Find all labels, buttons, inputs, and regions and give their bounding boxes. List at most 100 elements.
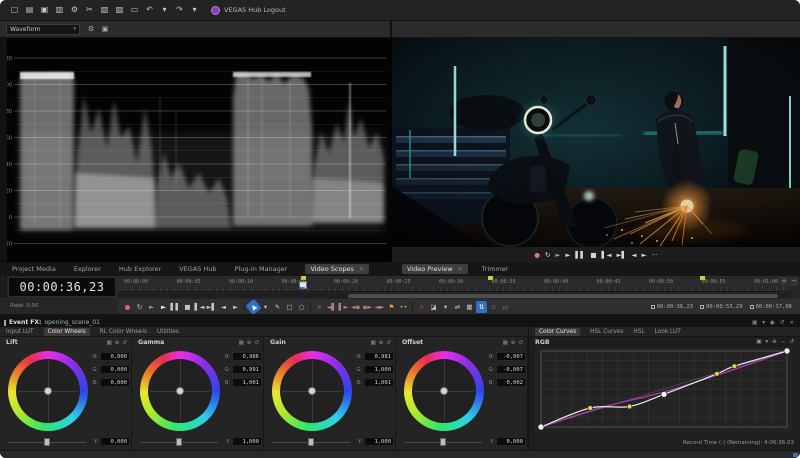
tab-color-curves[interactable]: Color Curves bbox=[535, 328, 580, 336]
wheel-target-icon[interactable]: ⊕ bbox=[511, 340, 516, 346]
close-icon[interactable]: × bbox=[359, 266, 364, 273]
curve-control-point[interactable] bbox=[661, 391, 667, 397]
color-curve-editor[interactable] bbox=[535, 347, 793, 433]
curve-control-point[interactable] bbox=[732, 364, 737, 369]
wheel-gain-r-value[interactable]: 0,981 bbox=[364, 352, 394, 361]
slider-handle[interactable] bbox=[44, 438, 50, 446]
wheel-gain-y-value[interactable]: 1,000 bbox=[364, 437, 394, 446]
undo-menu-icon[interactable]: ▾ bbox=[158, 3, 171, 17]
play-from-start-button[interactable]: ► bbox=[146, 301, 157, 313]
track-fx-button[interactable]: ▫ bbox=[488, 301, 499, 313]
stop-button[interactable]: ■ bbox=[590, 250, 596, 260]
wheel-balance-handle[interactable] bbox=[44, 387, 52, 395]
tab-hub-explorer[interactable]: Hub Explorer bbox=[119, 264, 161, 274]
curve-menu-icon[interactable]: ▾ bbox=[765, 339, 768, 345]
wheel-menu-icon[interactable]: ▦ bbox=[107, 340, 112, 346]
curve-control-point[interactable] bbox=[588, 406, 593, 411]
slip-left-button[interactable]: ◄▪ bbox=[350, 301, 361, 313]
wheel-gain-g-value[interactable]: 1,000 bbox=[364, 365, 394, 374]
wheel-lift-b-value[interactable]: 0,000 bbox=[100, 378, 130, 387]
grading-reset-icon[interactable]: ↺ bbox=[780, 320, 785, 326]
curve-control-point[interactable] bbox=[714, 371, 719, 376]
curve-presets-icon[interactable]: ▣ bbox=[756, 339, 761, 345]
trim-start-button[interactable]: ◄▌ bbox=[326, 301, 337, 313]
wheel-reset-icon[interactable]: ↺ bbox=[122, 340, 127, 346]
record-button[interactable]: ● bbox=[534, 250, 540, 260]
tab-vegas-hub[interactable]: VEGAS Hub bbox=[179, 264, 216, 274]
wheel-reset-icon[interactable]: ↺ bbox=[518, 340, 523, 346]
curve-reset-icon[interactable]: ↺ bbox=[789, 339, 794, 345]
stop-button[interactable]: ■ bbox=[182, 301, 193, 313]
tab-project-media[interactable]: Project Media bbox=[12, 264, 56, 274]
go-to-end-button[interactable]: ►▌ bbox=[206, 301, 217, 313]
tab-input-lut[interactable]: Input LUT bbox=[6, 329, 34, 335]
go-to-end-button[interactable]: ►▌ bbox=[617, 250, 627, 260]
wheel-offset-g-value[interactable]: -0,007 bbox=[496, 365, 526, 374]
wheel-lift-r-value[interactable]: 0,000 bbox=[100, 352, 130, 361]
ignore-grouping-button[interactable]: ▦ bbox=[464, 301, 475, 313]
wheel-gain-b-value[interactable]: 1,001 bbox=[364, 378, 394, 387]
grading-layout-icon[interactable]: ▦ bbox=[752, 320, 757, 326]
wheel-target-icon[interactable]: ⊕ bbox=[247, 340, 252, 346]
enable-snapping-button[interactable]: ∩ bbox=[416, 301, 427, 313]
record-button[interactable]: ● bbox=[122, 301, 133, 313]
edit-tool-button[interactable]: ▲ bbox=[245, 298, 261, 314]
lock-envelopes-button[interactable]: ⇄ bbox=[452, 301, 463, 313]
cut-icon[interactable]: ✂ bbox=[83, 3, 96, 17]
ripple-menu-caret[interactable]: ▾ bbox=[440, 301, 451, 313]
tab-color-wheels[interactable]: Color Wheels bbox=[44, 328, 90, 336]
wheel-lift-y-value[interactable]: 0,000 bbox=[100, 437, 130, 446]
wheel-offset-b-value[interactable]: 0,002 bbox=[496, 378, 526, 387]
curve-control-point[interactable] bbox=[627, 404, 632, 409]
tab-plug-in-manager[interactable]: Plug-In Manager bbox=[235, 264, 288, 274]
loop-playback-button[interactable]: ↻ bbox=[545, 250, 550, 260]
wheel-balance-handle[interactable] bbox=[308, 387, 316, 395]
loop-playback-button[interactable]: ↻ bbox=[134, 301, 145, 313]
trim-end-button[interactable]: ▌► bbox=[338, 301, 349, 313]
hue-ring[interactable] bbox=[272, 351, 352, 431]
wheel-gamma-r-value[interactable]: 0,986 bbox=[232, 352, 262, 361]
grading-close-icon[interactable]: × bbox=[789, 320, 794, 326]
go-to-start-button[interactable]: ▌◄ bbox=[194, 301, 205, 313]
undo-icon[interactable]: ↶ bbox=[143, 3, 156, 17]
copy-icon[interactable]: ▧ bbox=[98, 3, 111, 17]
wheel-gamma-b-value[interactable]: 1,001 bbox=[232, 378, 262, 387]
curve-remove-point-icon[interactable]: − bbox=[781, 339, 786, 345]
render-as-icon[interactable]: ▥ bbox=[53, 3, 66, 17]
new-project-icon[interactable]: ▢ bbox=[8, 3, 21, 17]
paste-icon[interactable]: ▨ bbox=[113, 3, 126, 17]
timeline-scrollbar[interactable] bbox=[118, 293, 790, 298]
delete-icon[interactable]: ▭ bbox=[128, 3, 141, 17]
wheel-target-icon[interactable]: ⊕ bbox=[379, 340, 384, 346]
wheel-menu-icon[interactable]: ▦ bbox=[371, 340, 376, 346]
save-project-icon[interactable]: ▣ bbox=[38, 3, 51, 17]
pause-button[interactable]: ▌▌ bbox=[575, 250, 585, 260]
wheel-reset-icon[interactable]: ↺ bbox=[386, 340, 391, 346]
slide-button[interactable]: ◄► bbox=[374, 301, 385, 313]
resize-grip[interactable] bbox=[793, 453, 798, 457]
tab-hsl-curves[interactable]: HSL Curves bbox=[590, 329, 623, 335]
timeline-ruler[interactable]: 00:00:0000:00:0500:00:1000:00:1500:00:20… bbox=[118, 276, 790, 292]
scrollbar-thumb[interactable] bbox=[348, 294, 778, 298]
pause-button[interactable]: ▌▌ bbox=[170, 301, 181, 313]
play-from-start-button[interactable]: ► bbox=[555, 250, 560, 260]
wheel-offset-y-value[interactable]: 0,000 bbox=[496, 437, 526, 446]
previous-frame-button[interactable]: ◄ bbox=[632, 250, 637, 260]
wheel-lift-g-value[interactable]: 0,000 bbox=[100, 365, 130, 374]
tab-trimmer[interactable]: Trimmer bbox=[482, 264, 509, 274]
wheel-target-icon[interactable]: ⊕ bbox=[115, 340, 120, 346]
curve-add-point-icon[interactable]: ⊕ bbox=[772, 339, 777, 345]
wheel-balance-handle[interactable] bbox=[176, 387, 184, 395]
redo-icon[interactable]: ↷ bbox=[173, 3, 186, 17]
hue-ring[interactable] bbox=[8, 351, 88, 431]
tool-menu-caret[interactable]: ▾ bbox=[260, 301, 271, 313]
hue-ring[interactable] bbox=[140, 351, 220, 431]
slider-handle[interactable] bbox=[176, 438, 182, 446]
insert-marker-button[interactable]: ⚑ bbox=[386, 301, 397, 313]
wheel-offset-r-value[interactable]: -0,007 bbox=[496, 352, 526, 361]
hue-ring[interactable] bbox=[404, 351, 484, 431]
dock-grip-handle[interactable]: ⋮ bbox=[0, 38, 7, 261]
project-properties-icon[interactable]: ⚙ bbox=[68, 3, 81, 17]
tab-rl-color-wheels[interactable]: RL Color Wheels bbox=[100, 329, 147, 335]
go-to-start-button[interactable]: ▌◄ bbox=[602, 250, 612, 260]
